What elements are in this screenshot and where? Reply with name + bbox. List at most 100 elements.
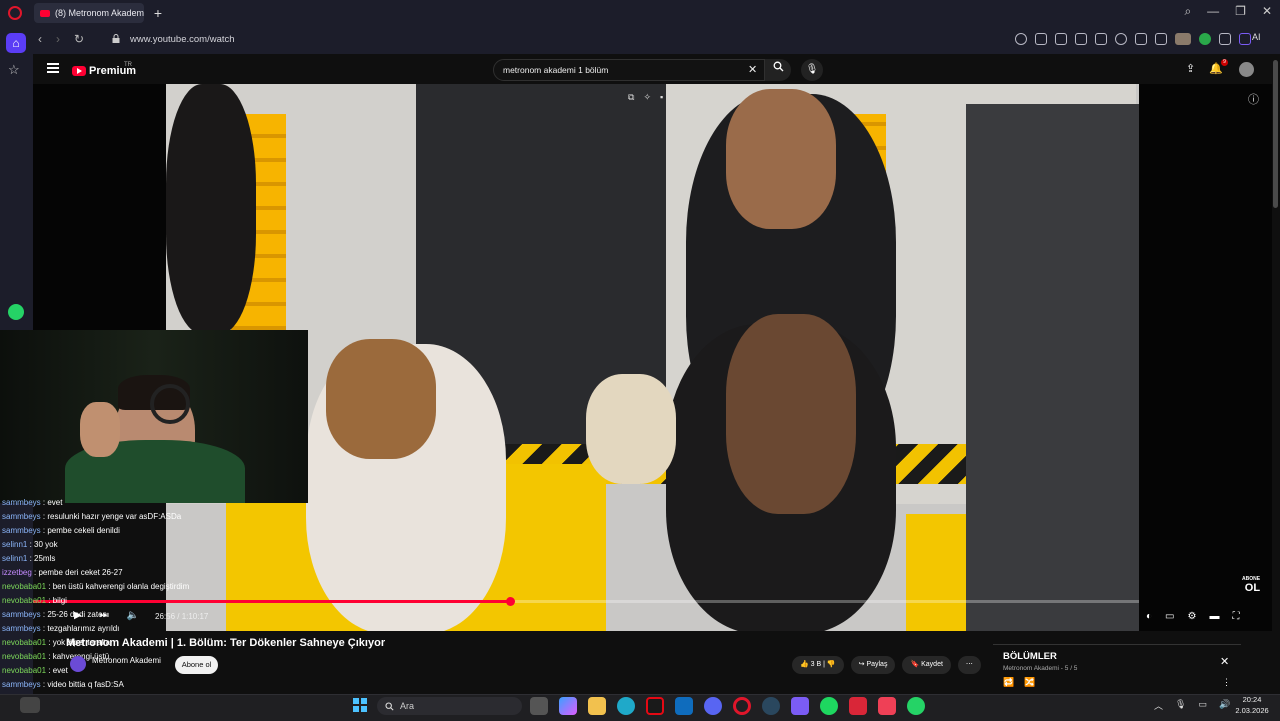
chat-username[interactable]: nevobaba01	[2, 638, 46, 647]
chat-username[interactable]: sammbeys	[2, 526, 41, 535]
sidebar-toggle-icon[interactable]	[1239, 33, 1251, 45]
send-icon[interactable]	[1095, 33, 1107, 45]
zoom-icon[interactable]	[1015, 33, 1027, 45]
download-icon[interactable]	[1135, 33, 1147, 45]
theater-mode-icon[interactable]: ▬	[1209, 611, 1219, 622]
taskbar-search[interactable]: Ara	[377, 697, 522, 715]
search-button[interactable]	[765, 59, 791, 81]
share-button[interactable]: ↪ Paylaş	[850, 656, 896, 674]
menu-icon[interactable]	[1155, 33, 1167, 45]
chat-username[interactable]: sammbeys	[2, 498, 41, 507]
search-input[interactable]: metronom akademi 1 bölüm	[493, 59, 765, 81]
loop-icon[interactable]: 🔁	[1003, 677, 1014, 688]
edit-icon[interactable]	[1035, 33, 1047, 45]
home-icon[interactable]: ⌂	[6, 33, 26, 53]
upload-icon[interactable]: ⇪	[1186, 62, 1195, 75]
progress-scrubber[interactable]	[506, 597, 515, 606]
taskbar-apps	[530, 697, 925, 715]
maximize-button[interactable]: ❐	[1235, 4, 1246, 19]
opera-logo-icon[interactable]	[8, 6, 22, 20]
scrollbar-thumb[interactable]	[1273, 60, 1278, 208]
network-icon[interactable]: ▭	[1198, 699, 1207, 712]
info-icon[interactable]: ⓘ	[1248, 91, 1259, 107]
save-label: Kaydet	[921, 661, 943, 668]
episodes-more-icon[interactable]: ⋮	[1222, 677, 1231, 688]
discord-icon[interactable]	[704, 697, 722, 715]
chat-username[interactable]: sammbeys	[2, 624, 41, 633]
subscribe-button[interactable]: Abone ol	[175, 656, 218, 674]
clear-search-icon[interactable]: ✕	[748, 63, 757, 76]
close-window-button[interactable]: ✕	[1262, 4, 1272, 19]
outlook-icon[interactable]	[675, 697, 693, 715]
like-button[interactable]: 👍 3 B | 👎	[792, 656, 844, 674]
thumbs-down-icon[interactable]: 👎	[827, 661, 836, 668]
chat-username[interactable]: sammbeys	[2, 512, 41, 521]
magic-icon[interactable]: ✧	[643, 92, 651, 103]
chat-username[interactable]: izzetbeg	[2, 568, 32, 577]
extensions-icon[interactable]	[1219, 33, 1231, 45]
spotify-icon[interactable]	[820, 697, 838, 715]
windows-start-icon[interactable]	[353, 698, 367, 712]
star-icon[interactable]: ☆	[8, 62, 20, 78]
weather-widget-icon[interactable]	[20, 697, 40, 713]
save-button[interactable]: 🔖 Kaydet	[902, 656, 951, 674]
shield-icon[interactable]	[1075, 33, 1087, 45]
red-app-icon[interactable]	[849, 697, 867, 715]
fullscreen-icon[interactable]: ⛶	[1232, 611, 1239, 622]
chat-username[interactable]: nevobaba01	[2, 582, 46, 591]
copilot-icon[interactable]	[559, 697, 577, 715]
browser-tab[interactable]: (8) Metronom Akademi | ×	[34, 3, 144, 23]
pocket-icon[interactable]	[878, 697, 896, 715]
task-view-icon[interactable]	[530, 697, 548, 715]
episodes-controls: 🔁 🔀	[1003, 677, 1035, 688]
vpn-icon[interactable]	[1199, 33, 1211, 45]
close-episodes-button[interactable]: ✕	[1220, 655, 1229, 668]
camera-icon[interactable]: ▪	[660, 92, 663, 103]
chat-username[interactable]: sammbeys	[2, 610, 41, 619]
channel-name[interactable]: Metronom Akademi	[92, 656, 161, 665]
whatsapp-icon[interactable]	[907, 697, 925, 715]
heart-icon[interactable]	[1115, 33, 1127, 45]
hamburger-menu-icon[interactable]	[47, 63, 59, 73]
account-avatar[interactable]	[1239, 62, 1254, 77]
autoplay-toggle[interactable]: ◐	[1146, 611, 1152, 622]
chat-text: resulunki hazır yenge var asDF:ASDa	[47, 512, 182, 521]
opera-icon[interactable]	[733, 697, 751, 715]
channel-avatar[interactable]	[70, 656, 86, 672]
subtitles-icon[interactable]: ▭	[1165, 611, 1174, 622]
tab-search-button[interactable]: ⌕	[1184, 4, 1191, 19]
miniplayer-icon[interactable]: ⧉	[628, 92, 634, 103]
taskbar-clock[interactable]: 20:24 2.03.2026	[1228, 694, 1276, 716]
subscribe-watermark[interactable]: ABONE OL	[1242, 575, 1260, 594]
whatsapp-icon[interactable]	[8, 304, 24, 320]
chat-username[interactable]: selinn1	[2, 554, 27, 563]
minimize-button[interactable]: —	[1207, 4, 1219, 19]
reload-icon[interactable]: ↻	[74, 32, 84, 46]
forward-arrow-icon[interactable]: ›	[56, 32, 60, 46]
chat-username[interactable]: nevobaba01	[2, 666, 46, 675]
camera-icon[interactable]	[1055, 33, 1067, 45]
microphone-icon[interactable]: 🎙	[801, 59, 823, 81]
file-explorer-icon[interactable]	[588, 697, 606, 715]
video-frame[interactable]	[166, 84, 1139, 631]
back-arrow-icon[interactable]: ‹	[38, 32, 42, 46]
new-tab-button[interactable]: +	[150, 5, 166, 21]
app-grid-icon[interactable]	[791, 697, 809, 715]
youtube-favicon-icon	[40, 9, 50, 17]
steam-icon[interactable]	[762, 697, 780, 715]
tray-chevron-icon[interactable]: ︿	[1154, 699, 1163, 712]
chat-username[interactable]: sammbeys	[2, 680, 41, 689]
profile-avatar-icon[interactable]	[1175, 33, 1191, 45]
url-field[interactable]: www.youtube.com/watch	[130, 34, 235, 45]
more-actions-button[interactable]: ⋯	[957, 656, 981, 674]
chat-username[interactable]: nevobaba01	[2, 652, 46, 661]
extension-icons	[1015, 33, 1251, 45]
microphone-icon[interactable]: 🎙	[1175, 699, 1186, 712]
settings-icon[interactable]: ⚙	[1188, 611, 1197, 622]
edge-icon[interactable]	[617, 697, 635, 715]
chat-username[interactable]: nevobaba01	[2, 596, 46, 605]
ai-button[interactable]: AI	[1252, 32, 1261, 42]
chat-username[interactable]: selinn1	[2, 540, 27, 549]
netflix-icon[interactable]	[646, 697, 664, 715]
shuffle-icon[interactable]: 🔀	[1024, 677, 1035, 688]
